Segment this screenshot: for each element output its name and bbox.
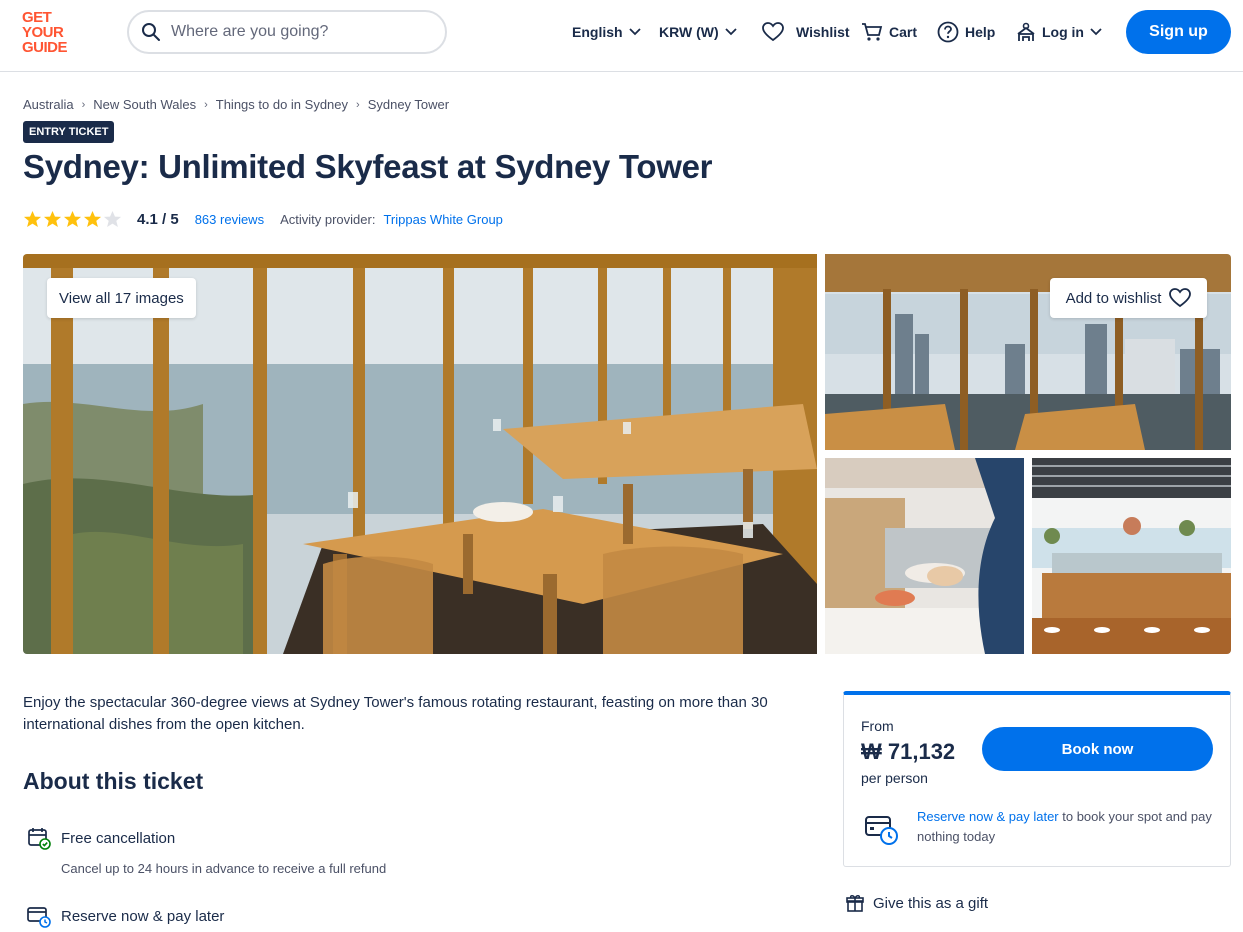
breadcrumb-item[interactable]: New South Wales bbox=[93, 97, 196, 112]
signup-button[interactable]: Sign up bbox=[1126, 10, 1231, 54]
cart-link[interactable]: Cart bbox=[861, 20, 917, 44]
breadcrumb-separator: › bbox=[204, 98, 208, 111]
price-value: ₩ 71,132 bbox=[861, 739, 956, 764]
open-kitchen-photo bbox=[1032, 458, 1231, 654]
gift-icon bbox=[846, 895, 864, 912]
search-input[interactable] bbox=[171, 23, 421, 41]
breadcrumb-separator: › bbox=[356, 98, 360, 111]
card-clock-icon bbox=[865, 816, 898, 845]
login-label: Log in bbox=[1042, 24, 1084, 40]
rating-value: 4.1 / 5 bbox=[137, 210, 179, 228]
star-icon bbox=[63, 210, 82, 228]
currency-label: KRW (W) bbox=[659, 24, 719, 40]
logo-line-3: GUIDE bbox=[22, 39, 68, 56]
reserve-now-link[interactable]: Reserve now & pay later bbox=[917, 809, 1059, 824]
cart-label: Cart bbox=[889, 24, 918, 40]
calendar-check-icon bbox=[28, 828, 51, 850]
provider-link[interactable]: Trippas White Group bbox=[383, 212, 502, 227]
getyourguide-logo[interactable]: GET YOUR GUIDE bbox=[22, 10, 82, 56]
give-as-gift-link[interactable]: Give this as a gift bbox=[846, 894, 988, 912]
per-person-label: per person bbox=[861, 770, 928, 786]
logo-line-2: YOUR bbox=[22, 24, 64, 41]
feature-free-cancellation: Free cancellation bbox=[27, 826, 175, 850]
book-now-button[interactable]: Book now bbox=[982, 727, 1213, 771]
star-icon bbox=[23, 210, 42, 228]
provider-label: Activity provider: bbox=[280, 211, 376, 227]
gift-label: Give this as a gift bbox=[873, 894, 989, 912]
logo-line-1: GET bbox=[22, 9, 52, 26]
help-label: Help bbox=[965, 24, 996, 40]
feature-subtitle: Cancel up to 24 hours in advance to rece… bbox=[61, 861, 387, 876]
page-title: Sydney: Unlimited Skyfeast at Sydney Tow… bbox=[23, 148, 713, 185]
breadcrumb-item[interactable]: Sydney Tower bbox=[368, 97, 449, 112]
language-label: English bbox=[572, 24, 623, 40]
feature-title: Free cancellation bbox=[61, 829, 176, 847]
add-to-wishlist-button[interactable]: Add to wishlist bbox=[1050, 278, 1207, 318]
feature-title: Reserve now & pay later bbox=[61, 907, 225, 925]
cart-icon bbox=[862, 23, 883, 41]
search-icon bbox=[142, 23, 160, 41]
booking-card: From ₩ 71,132 per person Book now Reserv… bbox=[843, 691, 1231, 867]
wishlist-label: Wishlist bbox=[796, 24, 850, 40]
breadcrumb-item[interactable]: Things to do in Sydney bbox=[216, 97, 348, 112]
reserve-info: Reserve now & pay later to book your spo… bbox=[917, 807, 1217, 847]
gallery-thumbnail-kitchen[interactable] bbox=[1032, 458, 1231, 654]
login-menu[interactable]: Log in bbox=[1016, 20, 1102, 44]
site-header: GET YOUR GUIDE English KRW (W) Wishlist … bbox=[0, 0, 1243, 72]
star-empty-icon bbox=[103, 210, 122, 228]
about-heading: About this ticket bbox=[23, 768, 204, 794]
heart-icon bbox=[1169, 288, 1192, 308]
heart-icon bbox=[762, 22, 784, 42]
view-all-images-button[interactable]: View all 17 images bbox=[47, 278, 196, 318]
chevron-down-icon bbox=[1090, 28, 1102, 36]
card-clock-icon bbox=[27, 907, 51, 928]
star-icon bbox=[83, 210, 102, 228]
rating-stars bbox=[23, 210, 123, 228]
wishlist-link[interactable]: Wishlist bbox=[762, 20, 850, 44]
buffet-serving-photo bbox=[825, 458, 1024, 654]
breadcrumb: Australia › New South Wales › Things to … bbox=[23, 97, 449, 112]
chevron-down-icon bbox=[628, 28, 641, 36]
price-from-label: From bbox=[861, 718, 894, 734]
breadcrumb-item[interactable]: Australia bbox=[23, 97, 74, 112]
gallery-thumbnail-buffet[interactable] bbox=[825, 458, 1024, 654]
search-bar[interactable] bbox=[127, 10, 447, 54]
star-icon bbox=[43, 210, 62, 228]
rating-row: 4.1 / 5 863 reviews Activity provider: T… bbox=[23, 208, 503, 230]
feature-reserve-pay-later: Reserve now & pay later bbox=[27, 904, 224, 928]
breadcrumb-separator: › bbox=[81, 98, 86, 111]
currency-selector[interactable]: KRW (W) bbox=[659, 20, 737, 44]
reviews-link[interactable]: 863 reviews bbox=[195, 212, 264, 227]
activity-description: Enjoy the spectacular 360-degree views a… bbox=[23, 694, 768, 733]
help-icon bbox=[937, 21, 959, 43]
chevron-down-icon bbox=[724, 28, 737, 36]
user-icon bbox=[1017, 22, 1035, 41]
entry-ticket-badge: ENTRY TICKET bbox=[23, 121, 115, 143]
add-to-wishlist-label: Add to wishlist bbox=[1065, 289, 1162, 307]
help-link[interactable]: Help bbox=[937, 20, 995, 44]
language-selector[interactable]: English bbox=[572, 20, 641, 44]
